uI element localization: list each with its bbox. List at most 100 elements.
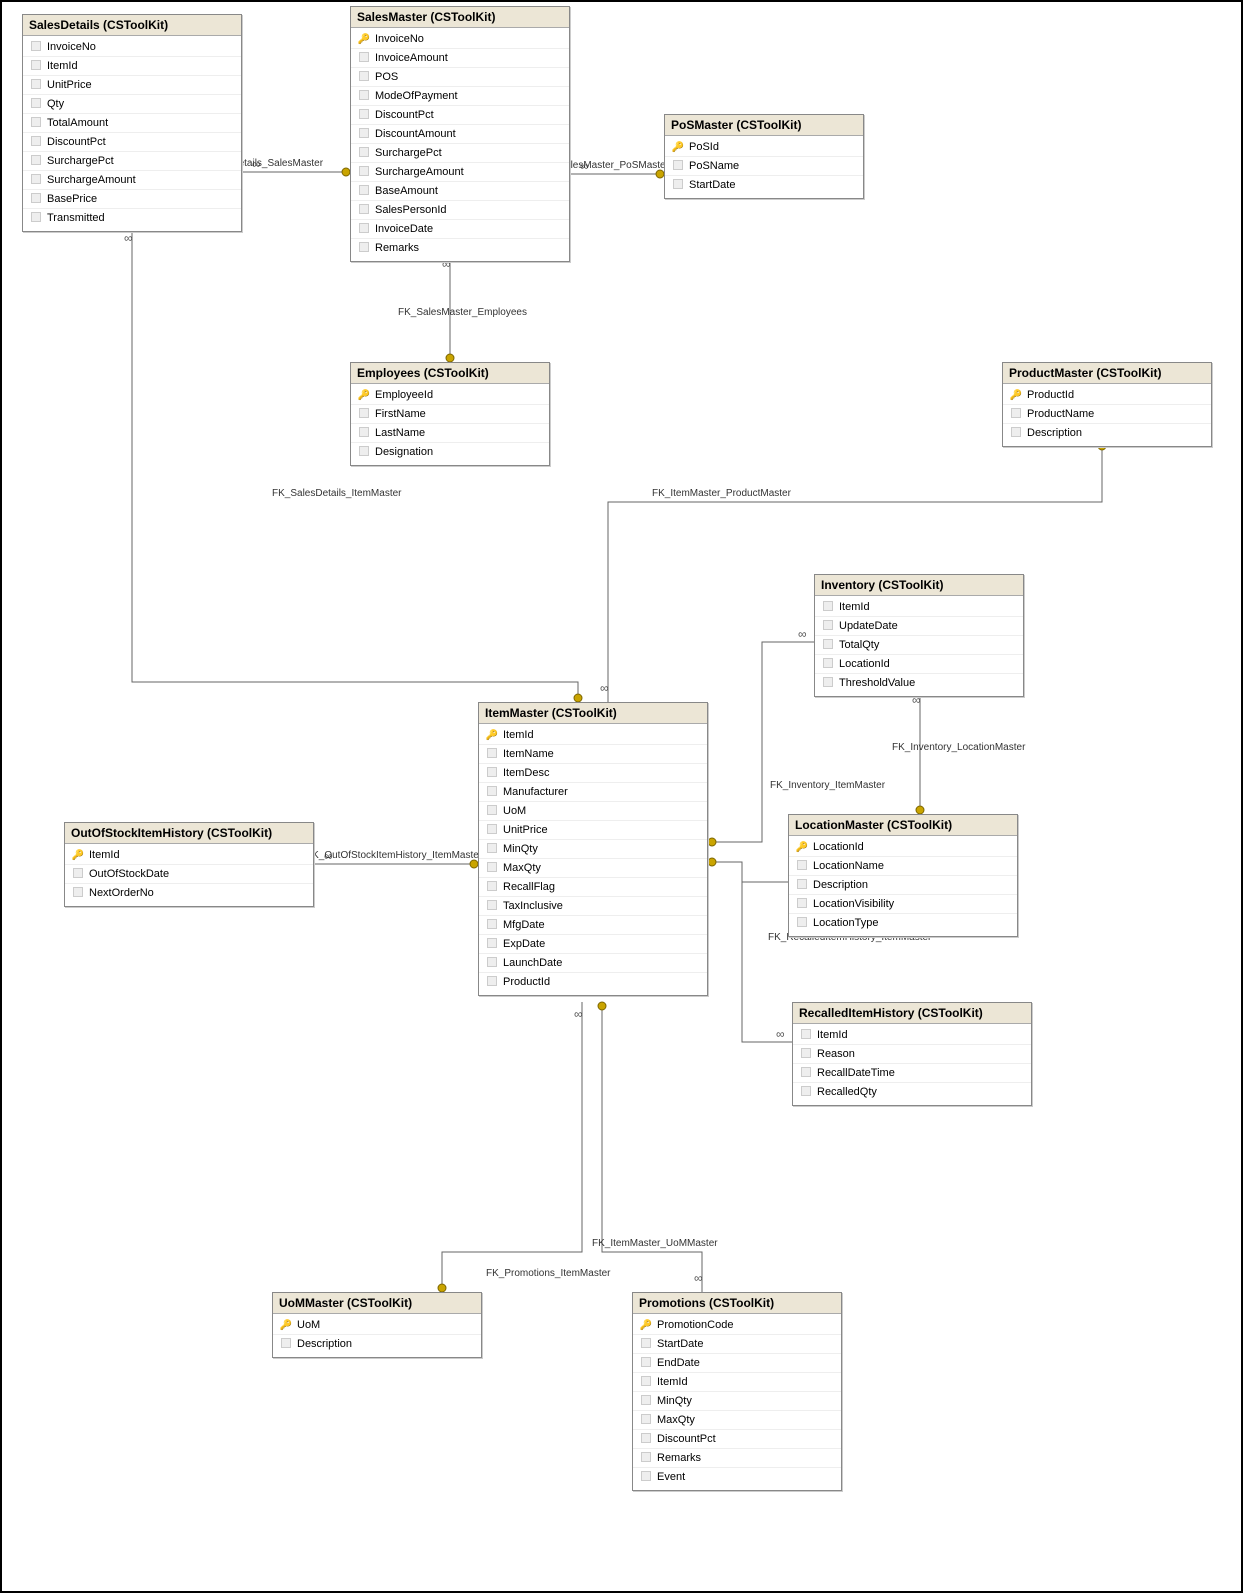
column[interactable]: UpdateDate — [815, 617, 1023, 636]
column[interactable]: NextOrderNo — [65, 884, 313, 902]
column[interactable]: FirstName — [351, 405, 549, 424]
column[interactable]: LocationId — [815, 655, 1023, 674]
table-title[interactable]: OutOfStockItemHistory (CSToolKit) — [65, 823, 313, 844]
table-title[interactable]: LocationMaster (CSToolKit) — [789, 815, 1017, 836]
table-title[interactable]: SalesMaster (CSToolKit) — [351, 7, 569, 28]
column[interactable]: ProductName — [1003, 405, 1211, 424]
column[interactable]: DiscountPct — [633, 1430, 841, 1449]
table-posmaster[interactable]: PoSMaster (CSToolKit) PoSIdPoSNameStartDa… — [664, 114, 864, 199]
column[interactable]: Transmitted — [23, 209, 241, 227]
column[interactable]: TotalAmount — [23, 114, 241, 133]
table-title[interactable]: UoMMaster (CSToolKit) — [273, 1293, 481, 1314]
column[interactable]: DiscountPct — [351, 106, 569, 125]
column[interactable]: MaxQty — [479, 859, 707, 878]
column[interactable]: TaxInclusive — [479, 897, 707, 916]
column[interactable]: InvoiceDate — [351, 220, 569, 239]
column-pk[interactable]: PoSId — [665, 138, 863, 157]
column[interactable]: LocationVisibility — [789, 895, 1017, 914]
column-pk[interactable]: PromotionCode — [633, 1316, 841, 1335]
column[interactable]: LastName — [351, 424, 549, 443]
column[interactable]: ItemId — [793, 1026, 1031, 1045]
column[interactable]: Manufacturer — [479, 783, 707, 802]
column[interactable]: UoM — [479, 802, 707, 821]
table-recalleditemhistory[interactable]: RecalledItemHistory (CSToolKit) ItemIdRea… — [792, 1002, 1032, 1106]
table-title[interactable]: SalesDetails (CSToolKit) — [23, 15, 241, 36]
column[interactable]: RecallFlag — [479, 878, 707, 897]
table-salesdetails[interactable]: SalesDetails (CSToolKit) InvoiceNoItemIdU… — [22, 14, 242, 232]
column[interactable]: MfgDate — [479, 916, 707, 935]
column[interactable]: SurchargeAmount — [351, 163, 569, 182]
column[interactable]: SalesPersonId — [351, 201, 569, 220]
column[interactable]: BasePrice — [23, 190, 241, 209]
column[interactable]: LaunchDate — [479, 954, 707, 973]
db-diagram-canvas[interactable]: ∞ ∞ ∞ ∞ ∞ ∞ ∞ ∞ ∞ ∞ — [0, 0, 1243, 1593]
column[interactable]: POS — [351, 68, 569, 87]
column[interactable]: Designation — [351, 443, 549, 461]
column[interactable]: Qty — [23, 95, 241, 114]
column[interactable]: LocationType — [789, 914, 1017, 932]
column-pk[interactable]: ItemId — [65, 846, 313, 865]
table-promotions[interactable]: Promotions (CSToolKit) PromotionCodeStart… — [632, 1292, 842, 1491]
column[interactable]: SurchargePct — [351, 144, 569, 163]
column-pk[interactable]: LocationId — [789, 838, 1017, 857]
column[interactable]: EndDate — [633, 1354, 841, 1373]
table-title[interactable]: Inventory (CSToolKit) — [815, 575, 1023, 596]
column[interactable]: UnitPrice — [479, 821, 707, 840]
column-icon — [485, 805, 499, 818]
column[interactable]: Event — [633, 1468, 841, 1486]
table-outofstockitemhistory[interactable]: OutOfStockItemHistory (CSToolKit) ItemIdO… — [64, 822, 314, 907]
column[interactable]: MinQty — [633, 1392, 841, 1411]
column[interactable]: Remarks — [351, 239, 569, 257]
table-employees[interactable]: Employees (CSToolKit) EmployeeIdFirstName… — [350, 362, 550, 466]
column[interactable]: RecalledQty — [793, 1083, 1031, 1101]
column[interactable]: UnitPrice — [23, 76, 241, 95]
table-inventory[interactable]: Inventory (CSToolKit) ItemIdUpdateDateTot… — [814, 574, 1024, 697]
table-uommaster[interactable]: UoMMaster (CSToolKit) UoMDescription — [272, 1292, 482, 1358]
column[interactable]: TotalQty — [815, 636, 1023, 655]
column-pk[interactable]: EmployeeId — [351, 386, 549, 405]
column[interactable]: ProductId — [479, 973, 707, 991]
column[interactable]: SurchargeAmount — [23, 171, 241, 190]
table-title[interactable]: Promotions (CSToolKit) — [633, 1293, 841, 1314]
table-title[interactable]: PoSMaster (CSToolKit) — [665, 115, 863, 136]
column[interactable]: Description — [1003, 424, 1211, 442]
column[interactable]: OutOfStockDate — [65, 865, 313, 884]
column-pk[interactable]: ItemId — [479, 726, 707, 745]
table-salesmaster[interactable]: SalesMaster (CSToolKit) InvoiceNoInvoiceA… — [350, 6, 570, 262]
column[interactable]: MaxQty — [633, 1411, 841, 1430]
column[interactable]: ModeOfPayment — [351, 87, 569, 106]
column[interactable]: ItemName — [479, 745, 707, 764]
column[interactable]: RecallDateTime — [793, 1064, 1031, 1083]
column[interactable]: ItemId — [23, 57, 241, 76]
table-locationmaster[interactable]: LocationMaster (CSToolKit)LocationIdLoca… — [788, 814, 1018, 937]
column[interactable]: ThresholdValue — [815, 674, 1023, 692]
column-pk[interactable]: ProductId — [1003, 386, 1211, 405]
column[interactable]: DiscountPct — [23, 133, 241, 152]
column[interactable]: MinQty — [479, 840, 707, 859]
column[interactable]: ItemId — [815, 598, 1023, 617]
column-pk[interactable]: InvoiceNo — [351, 30, 569, 49]
column[interactable]: InvoiceNo — [23, 38, 241, 57]
table-title[interactable]: Employees (CSToolKit) — [351, 363, 549, 384]
column[interactable]: ItemId — [633, 1373, 841, 1392]
column-pk[interactable]: UoM — [273, 1316, 481, 1335]
table-title[interactable]: RecalledItemHistory (CSToolKit) — [793, 1003, 1031, 1024]
column[interactable]: StartDate — [665, 176, 863, 194]
column[interactable]: DiscountAmount — [351, 125, 569, 144]
column[interactable]: BaseAmount — [351, 182, 569, 201]
column[interactable]: SurchargePct — [23, 152, 241, 171]
table-productmaster[interactable]: ProductMaster (CSToolKit) ProductIdProduc… — [1002, 362, 1212, 447]
column[interactable]: StartDate — [633, 1335, 841, 1354]
column[interactable]: Description — [789, 876, 1017, 895]
column[interactable]: InvoiceAmount — [351, 49, 569, 68]
column[interactable]: Remarks — [633, 1449, 841, 1468]
column[interactable]: Reason — [793, 1045, 1031, 1064]
column[interactable]: PoSName — [665, 157, 863, 176]
table-itemmaster[interactable]: ItemMaster (CSToolKit) ItemIdItemNameItem… — [478, 702, 708, 996]
table-title[interactable]: ItemMaster (CSToolKit) — [479, 703, 707, 724]
table-title[interactable]: ProductMaster (CSToolKit) — [1003, 363, 1211, 384]
column[interactable]: ItemDesc — [479, 764, 707, 783]
column[interactable]: ExpDate — [479, 935, 707, 954]
column[interactable]: Description — [273, 1335, 481, 1353]
column[interactable]: LocationName — [789, 857, 1017, 876]
